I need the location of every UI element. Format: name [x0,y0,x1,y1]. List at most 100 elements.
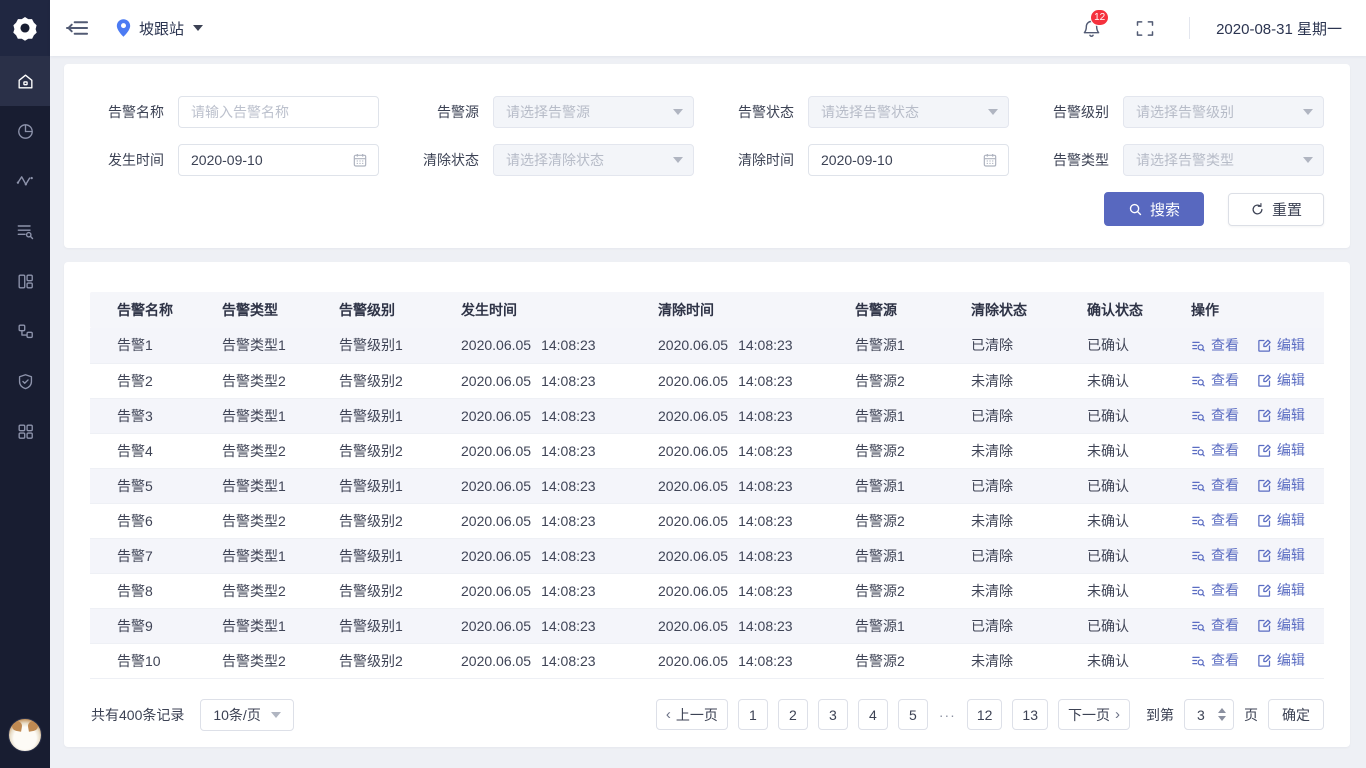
filter-label: 告警级别 [1035,102,1109,122]
cell-clear-time: 2020.06.0514:08:23 [658,643,855,678]
station-selector[interactable]: 坡跟站 [115,18,203,39]
sidebar-item-grid[interactable] [0,406,50,456]
cell-clear-time: 2020.06.0514:08:23 [658,503,855,538]
view-link[interactable]: 查看 [1191,510,1239,530]
notification-bell-button[interactable]: 12 [1078,14,1105,43]
edit-link[interactable]: 编辑 [1257,580,1305,600]
alarm-level-select[interactable]: 请选择告警级别 [1123,96,1324,128]
view-link[interactable]: 查看 [1191,545,1239,565]
edit-link[interactable]: 编辑 [1257,335,1305,355]
cell-clear-status: 未清除 [971,503,1087,538]
table-row: 告警1 告警类型1 告警级别1 2020.06.0514:08:23 2020.… [90,328,1324,363]
edit-link[interactable]: 编辑 [1257,405,1305,425]
next-page-button[interactable]: 下一页 › [1058,699,1130,730]
edit-link[interactable]: 编辑 [1257,440,1305,460]
cell-alarm-level: 告警级别1 [339,538,461,573]
alarm-source-select[interactable]: 请选择告警源 [493,96,694,128]
jump-page-input[interactable]: 3 [1184,699,1234,730]
page-size-value: 10条/页 [213,705,260,725]
edit-icon [1257,513,1272,528]
view-link[interactable]: 查看 [1191,475,1239,495]
sidebar-item-shield-check[interactable] [0,356,50,406]
page-number-button[interactable]: 5 [898,699,928,730]
page-number-button[interactable]: 3 [818,699,848,730]
page-content: 告警名称 告警源 请选择告警源 告警状态 请选择告警状态 [50,56,1366,747]
cell-alarm-level: 告警级别2 [339,573,461,608]
cell-clear-status: 已清除 [971,468,1087,503]
collapse-menu-icon[interactable] [66,19,89,37]
alarm-status-select[interactable]: 请选择告警状态 [808,96,1009,128]
clear-status-select[interactable]: 请选择清除状态 [493,144,694,176]
pagination-ellipsis: ··· [938,707,957,723]
edit-link[interactable]: 编辑 [1257,650,1305,670]
confirm-jump-button[interactable]: 确定 [1268,699,1324,730]
page-size-select[interactable]: 10条/页 [200,699,293,731]
pagination-bar: 共有400条记录 10条/页 ‹ 上一页 12345 ··· [90,699,1324,731]
sidebar-item-nodes[interactable] [0,306,50,356]
edit-link[interactable]: 编辑 [1257,510,1305,530]
cell-alarm-source: 告警源1 [855,468,971,503]
fullscreen-button[interactable] [1131,16,1159,41]
cell-confirm-status: 已确认 [1087,468,1191,503]
cell-confirm-status: 已确认 [1087,398,1191,433]
page-number-button[interactable]: 12 [967,699,1003,730]
cell-confirm-status: 已确认 [1087,328,1191,363]
column-header: 发生时间 [461,292,658,328]
page-number-button[interactable]: 2 [778,699,808,730]
prev-page-button[interactable]: ‹ 上一页 [656,699,728,730]
edit-link[interactable]: 编辑 [1257,475,1305,495]
cell-alarm-level: 告警级别1 [339,328,461,363]
page-number-button[interactable]: 1 [738,699,768,730]
cell-alarm-level: 告警级别1 [339,398,461,433]
alarm-type-select[interactable]: 请选择告警类型 [1123,144,1324,176]
edit-icon [1257,618,1272,633]
search-button[interactable]: 搜索 [1104,192,1204,226]
view-link[interactable]: 查看 [1191,580,1239,600]
cell-clear-time: 2020.06.0514:08:23 [658,433,855,468]
sidebar-item-activity[interactable] [0,156,50,206]
calendar-icon [352,152,368,168]
view-link-label: 查看 [1211,370,1239,390]
cell-clear-time: 2020.06.0514:08:23 [658,398,855,433]
grid-icon [16,422,35,441]
sidebar-item-layout[interactable] [0,256,50,306]
cell-alarm-type: 告警类型2 [222,573,339,608]
view-link-label: 查看 [1211,650,1239,670]
sidebar-item-pie-chart[interactable] [0,106,50,156]
cell-occur-time: 2020.06.0514:08:23 [461,433,658,468]
view-icon [1191,618,1206,633]
user-avatar[interactable] [8,718,42,752]
view-link-label: 查看 [1211,475,1239,495]
caret-down-icon [673,157,683,163]
view-link[interactable]: 查看 [1191,615,1239,635]
cell-alarm-source: 告警源2 [855,503,971,538]
edit-link[interactable]: 编辑 [1257,545,1305,565]
clear-time-datepicker[interactable]: 2020-09-10 [808,144,1009,176]
table-row: 告警2 告警类型2 告警级别2 2020.06.0514:08:23 2020.… [90,363,1324,398]
column-header: 告警名称 [90,292,222,328]
view-link[interactable]: 查看 [1191,370,1239,390]
alarm-name-input[interactable] [178,96,379,128]
view-link[interactable]: 查看 [1191,650,1239,670]
reset-button[interactable]: 重置 [1228,193,1324,226]
page-number-button[interactable]: 13 [1012,699,1048,730]
cell-clear-status: 未清除 [971,363,1087,398]
occur-time-datepicker[interactable]: 2020-09-10 [178,144,379,176]
select-placeholder: 请选择告警状态 [821,102,919,122]
edit-link[interactable]: 编辑 [1257,615,1305,635]
filter-label: 告警源 [405,102,479,122]
edit-link[interactable]: 编辑 [1257,370,1305,390]
sidebar-item-home[interactable] [0,56,50,106]
page-number-button[interactable]: 4 [858,699,888,730]
filter-alarm-source: 告警源 请选择告警源 [405,96,694,128]
view-link[interactable]: 查看 [1191,335,1239,355]
select-placeholder: 请选择告警类型 [1136,150,1234,170]
view-link-label: 查看 [1211,440,1239,460]
alarm-table: 告警名称 告警类型 告警级别 发生时间 清除时间 告警源 清除状态 确认状态 操… [90,292,1324,679]
view-link[interactable]: 查看 [1191,440,1239,460]
sidebar-item-list-search[interactable] [0,206,50,256]
chevron-down-icon [193,25,203,31]
view-link[interactable]: 查看 [1191,405,1239,425]
spinner-arrows[interactable] [1218,708,1226,721]
column-header: 清除时间 [658,292,855,328]
